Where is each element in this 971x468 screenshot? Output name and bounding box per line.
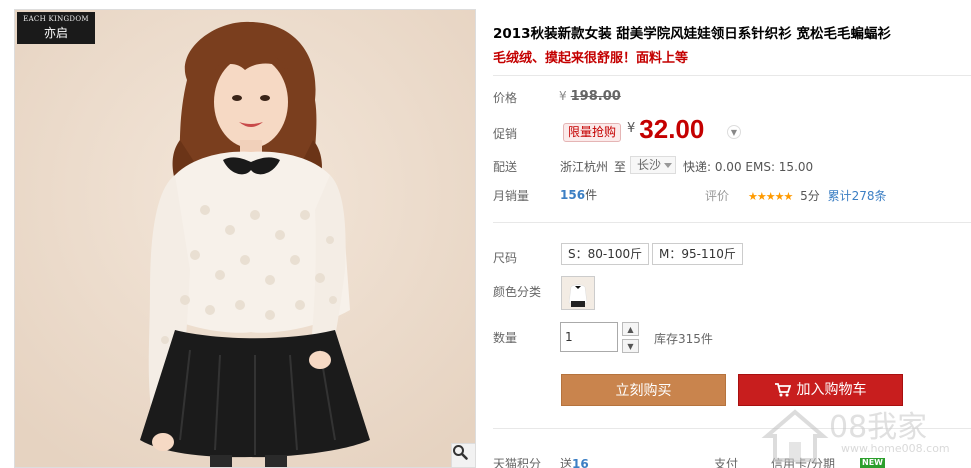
rating[interactable]: ★★★★★ 5分 累计278条 [748, 187, 887, 204]
shipping-label: 配送 [493, 160, 518, 174]
points-value: 送16 [560, 455, 589, 468]
monthly-sales-count: 156 [560, 188, 586, 202]
shipping-fee: 快递: 0.00 EMS: 15.00 [683, 160, 814, 174]
stock-info: 库存315件 [654, 332, 713, 346]
promo-label: 促销 [493, 127, 518, 141]
watermark-url: www.home008.com [841, 442, 950, 455]
size-option-s[interactable]: S：80-100斤 [561, 243, 650, 265]
pay-label: 支付 [714, 457, 739, 468]
product-details-panel: 2013秋装新款女装 甜美学院风娃娃领日系针织衫 宽松毛毛蝙蝠衫 毛绒绒、摸起来… [493, 0, 971, 468]
product-photo-illustration [15, 10, 475, 467]
brand-logo: EACH KINGDOM 亦启 [17, 12, 95, 44]
original-price-value: 198.00 [570, 89, 621, 104]
quantity-increase-button[interactable]: ▲ [622, 322, 639, 336]
magnifier-icon [453, 445, 468, 460]
monthly-sales: 156件 [560, 186, 597, 203]
divider [493, 222, 971, 223]
shipping-to-label: 至 [614, 160, 627, 174]
monthly-sales-label: 月销量 [493, 189, 530, 203]
caret-down-icon [664, 163, 672, 168]
zoom-button[interactable] [451, 443, 475, 467]
brand-logo-en: EACH KINGDOM [23, 15, 89, 23]
product-title: 2013秋装新款女装 甜美学院风娃娃领日系针织衫 宽松毛毛蝙蝠衫 [493, 26, 891, 42]
points-number: 16 [572, 457, 589, 468]
color-thumbnail-icon [562, 277, 594, 309]
current-price-value: 32.00 [639, 114, 705, 144]
currency-symbol: ¥ [627, 121, 636, 136]
promo-badge: 限量抢购 [563, 123, 622, 142]
color-label: 颜色分类 [493, 285, 542, 299]
currency-symbol: ¥ [559, 89, 567, 103]
points-label: 天猫积分 [493, 457, 542, 468]
quantity-decrease-button[interactable]: ▼ [622, 339, 639, 353]
size-label: 尺码 [493, 251, 518, 265]
rating-stars: ★★★★★ [748, 190, 793, 203]
quantity-input[interactable] [560, 322, 618, 352]
city-select-value: 长沙 [637, 158, 662, 172]
rating-label: 评价 [705, 189, 730, 203]
points-prefix: 送 [560, 457, 573, 468]
quantity-label: 数量 [493, 331, 518, 345]
size-option-m[interactable]: M：95-110斤 [652, 243, 743, 265]
price-label: 价格 [493, 91, 518, 105]
monthly-sales-unit: 件 [585, 188, 598, 202]
review-count-link[interactable]: 累计278条 [828, 189, 887, 203]
rating-score: 5分 [800, 189, 820, 203]
shipping-from: 浙江杭州 [560, 160, 609, 174]
product-subtitle: 毛绒绒、摸起来很舒服！面料上等 [493, 51, 689, 66]
product-main-image[interactable]: EACH KINGDOM 亦启 [14, 9, 476, 468]
current-price: ¥32.00 [627, 114, 704, 145]
watermark-text: 08我家 [829, 410, 928, 445]
divider [493, 75, 971, 76]
watermark: 08我家 www.home008.com [757, 402, 957, 466]
cart-icon [774, 383, 791, 397]
color-swatch[interactable] [561, 276, 595, 310]
chevron-down-icon[interactable]: ▼ [727, 125, 741, 139]
brand-logo-cn: 亦启 [43, 26, 68, 40]
city-select[interactable]: 长沙 [630, 156, 676, 174]
buy-now-button[interactable]: 立刻购买 [561, 374, 726, 406]
original-price: ¥198.00 [559, 89, 621, 104]
